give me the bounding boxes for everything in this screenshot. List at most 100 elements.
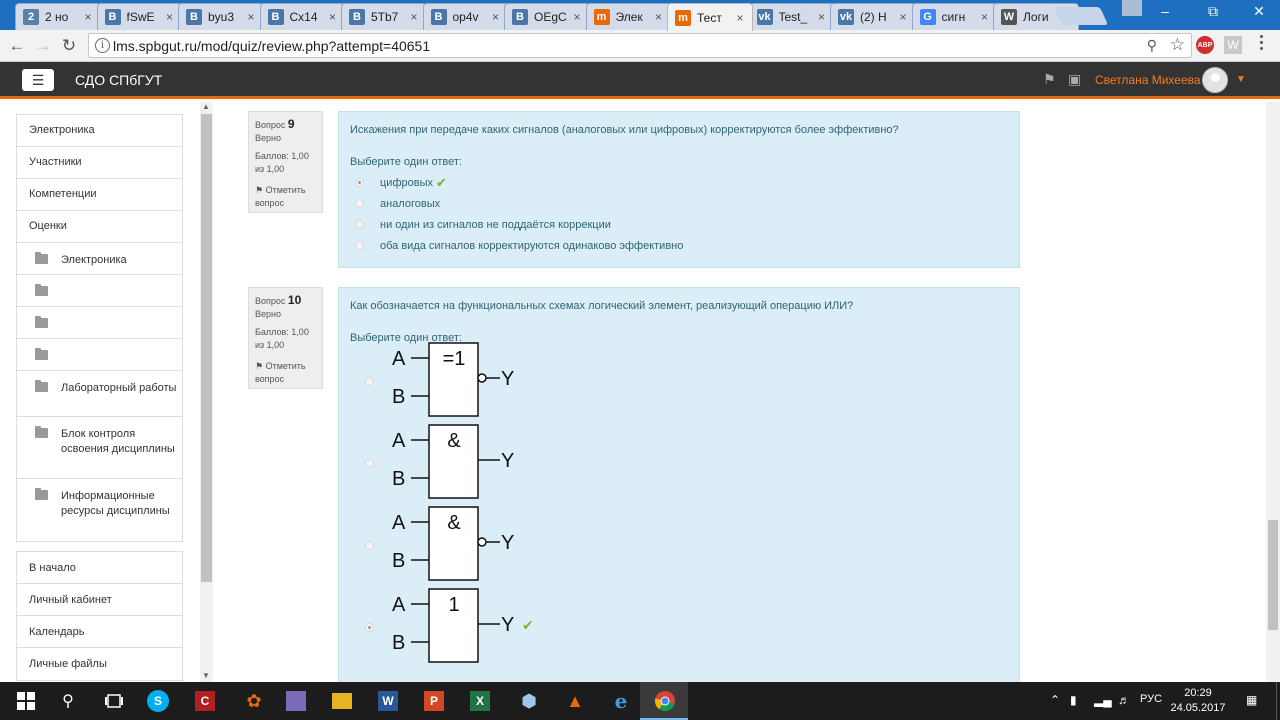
sidebar-scrollbar[interactable]: ▲ ▼ — [200, 102, 213, 682]
tab-close-icon[interactable]: × — [406, 10, 422, 24]
skype-icon[interactable]: S — [147, 690, 169, 712]
tab-close-icon[interactable]: × — [243, 10, 259, 24]
sidebar-item[interactable]: Электроника — [17, 243, 182, 275]
browser-profile-badge[interactable] — [1122, 0, 1142, 16]
volume-icon[interactable]: ♬ — [1118, 693, 1130, 707]
sidebar-item[interactable]: Блок контроля освоения дисциплины — [17, 417, 182, 479]
browser-tab[interactable]: 2 2 но × — [15, 3, 101, 30]
sidebar-link[interactable]: Личный кабинет — [17, 584, 182, 616]
answer-option[interactable]: A B 1 Y ✔ — [350, 586, 1008, 668]
browser-menu-icon[interactable] — [1258, 35, 1264, 50]
sidebar-link[interactable]: Календарь — [17, 616, 182, 648]
browser-tab[interactable]: m Тест × — [667, 3, 753, 31]
windows-start-icon[interactable] — [13, 688, 39, 714]
radio-button[interactable] — [355, 241, 364, 250]
answer-option[interactable]: цифровых ✔ — [350, 172, 1008, 193]
matlab-icon[interactable]: ▲ — [562, 688, 588, 714]
browser-tab[interactable]: B OEgC × — [504, 3, 590, 30]
tab-close-icon[interactable]: × — [325, 10, 341, 24]
radio-button[interactable] — [365, 376, 374, 386]
browser-tab[interactable]: B Cx14 × — [259, 3, 346, 30]
new-tab-button[interactable] — [1053, 7, 1109, 25]
app-cube-icon[interactable]: ⬢ — [516, 688, 542, 714]
zoom-magnifier-icon[interactable]: ⚲ — [1147, 37, 1157, 54]
show-desktop-button[interactable] — [1276, 682, 1280, 720]
extension-w-icon[interactable]: W — [1224, 36, 1242, 54]
restore-icon[interactable]: ⧉ — [1190, 0, 1236, 22]
sidebar-item[interactable]: Информационные ресурсы дисциплины — [17, 479, 182, 541]
tab-close-icon[interactable]: × — [488, 10, 504, 24]
browser-tab[interactable]: Gсигн × — [911, 3, 998, 30]
page-scrollbar[interactable] — [1266, 102, 1280, 682]
tab-close-icon[interactable]: × — [569, 10, 585, 24]
browser-tab[interactable]: BfSwE × — [96, 3, 183, 30]
file-explorer-icon[interactable] — [332, 693, 352, 709]
tab-close-icon[interactable]: × — [651, 10, 667, 24]
radio-button[interactable] — [365, 622, 374, 632]
site-brand[interactable]: СДО СПбГУТ — [75, 72, 162, 88]
browser-tab[interactable]: Bop4v × — [422, 3, 509, 30]
bookmark-star-icon[interactable]: ☆ — [1170, 35, 1185, 55]
browser-tab[interactable]: vk Test_ × — [748, 3, 835, 30]
chrome-icon[interactable] — [652, 688, 678, 714]
battery-icon[interactable]: ▮ — [1070, 693, 1077, 707]
radio-button[interactable] — [355, 220, 364, 229]
radio-button[interactable] — [355, 178, 364, 187]
tab-close-icon[interactable]: × — [80, 10, 96, 24]
address-bar[interactable]: i lms.spbgut.ru/mod/quiz/review.php?atte… — [88, 33, 1192, 58]
sidebar-item[interactable]: Компетенции — [17, 179, 182, 211]
sidebar-item[interactable] — [17, 275, 182, 307]
answer-option[interactable]: ни один из сигналов не поддаётся коррекц… — [350, 214, 1008, 235]
sidebar-item[interactable]: Лабораторный работы — [17, 371, 182, 417]
flag-question-button[interactable]: ⚑ Отметить вопрос — [255, 184, 316, 210]
notifications-bell-icon[interactable]: ⚑ — [1043, 71, 1056, 88]
tab-close-icon[interactable]: × — [895, 10, 911, 24]
radio-button[interactable] — [365, 540, 374, 550]
tab-close-icon[interactable]: × — [732, 11, 748, 25]
sidebar-item[interactable]: Участники — [17, 147, 182, 179]
info-icon[interactable]: i — [95, 38, 110, 53]
back-arrow-icon[interactable]: ← — [6, 35, 28, 57]
answer-option[interactable]: A B & Y — [350, 504, 1008, 586]
sidebar-item[interactable] — [17, 339, 182, 371]
browser-tab[interactable]: vk (2) Н × — [830, 3, 916, 30]
tab-close-icon[interactable]: × — [977, 10, 993, 24]
word-icon[interactable]: W — [378, 691, 398, 711]
browser-tab[interactable]: Bbyu3 × — [178, 3, 264, 30]
radio-button[interactable] — [355, 199, 364, 208]
browser-tab[interactable]: B 5Tb7 × — [341, 3, 427, 30]
adblock-extension-icon[interactable]: ABP — [1196, 36, 1214, 54]
sidebar-link[interactable]: Личные файлы — [17, 648, 182, 680]
radio-button[interactable] — [365, 458, 374, 468]
language-indicator[interactable]: РУС — [1140, 693, 1162, 705]
app-purple-icon[interactable] — [286, 691, 306, 711]
clock[interactable]: 20:29 24.05.2017 — [1166, 686, 1230, 716]
answer-option[interactable]: оба вида сигналов корректируются одинако… — [350, 235, 1008, 256]
sidebar-link[interactable]: В начало — [17, 552, 182, 584]
minimize-icon[interactable]: – — [1142, 0, 1188, 22]
powerpoint-icon[interactable]: P — [424, 691, 444, 711]
tab-close-icon[interactable]: × — [162, 10, 178, 24]
task-view-icon[interactable] — [101, 688, 127, 714]
sidebar-item[interactable]: Оценки — [17, 211, 182, 243]
search-icon[interactable]: ⚲ — [55, 688, 81, 714]
edge-icon[interactable]: e — [608, 688, 634, 714]
excel-icon[interactable]: X — [470, 691, 490, 711]
flag-question-button[interactable]: ⚑ Отметить вопрос — [255, 360, 316, 386]
ccleaner-icon[interactable]: C — [195, 691, 215, 711]
sidebar-item[interactable]: Электроника — [17, 115, 182, 147]
reload-icon[interactable]: ↻ — [58, 35, 80, 57]
sidebar-item[interactable] — [17, 307, 182, 339]
hamburger-menu-icon[interactable]: ☰ — [22, 69, 54, 91]
close-window-icon[interactable]: ✕ — [1236, 0, 1280, 22]
avatar[interactable] — [1202, 67, 1228, 93]
browser-tab[interactable]: m Элек × — [585, 3, 672, 30]
messages-chat-icon[interactable]: ▣ — [1068, 71, 1081, 88]
answer-option[interactable]: аналоговых — [350, 193, 1008, 214]
answer-option[interactable]: A B =1 Y — [350, 340, 1008, 422]
action-center-icon[interactable]: ▦ — [1246, 693, 1257, 707]
app-swirl-icon[interactable]: ✿ — [241, 688, 267, 714]
forward-arrow-icon[interactable]: → — [32, 35, 54, 57]
answer-option[interactable]: A B & Y — [350, 422, 1008, 504]
user-menu-caret-icon[interactable]: ▼ — [1236, 74, 1246, 85]
